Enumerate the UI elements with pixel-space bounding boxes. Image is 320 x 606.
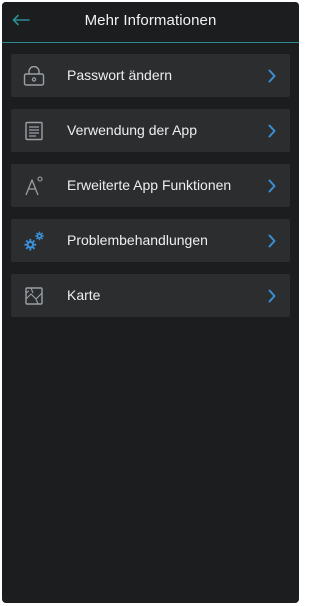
app-screen: Mehr Informationen Passwort ändern Verwe… xyxy=(2,2,299,603)
menu-item-app-usage[interactable]: Verwendung der App xyxy=(11,109,290,152)
menu-item-advanced-functions[interactable]: Erweiterte App Funktionen xyxy=(11,164,290,207)
menu-item-change-password[interactable]: Passwort ändern xyxy=(11,54,290,97)
menu-item-label: Verwendung der App xyxy=(67,122,197,138)
menu-item-label: Passwort ändern xyxy=(67,67,173,83)
page-title: Mehr Informationen xyxy=(84,12,217,29)
menu-list: Passwort ändern Verwendung der App Erwei… xyxy=(11,54,290,329)
menu-item-label: Karte xyxy=(67,287,101,303)
chevron-right-icon xyxy=(266,287,278,305)
map-icon xyxy=(23,285,45,307)
sparkle-a-icon xyxy=(23,175,45,197)
menu-item-label: Problembehandlungen xyxy=(67,232,208,248)
document-icon xyxy=(23,120,45,142)
gears-icon xyxy=(23,230,45,252)
menu-item-troubleshooting[interactable]: Problembehandlungen xyxy=(11,219,290,262)
chevron-right-icon xyxy=(266,122,278,140)
menu-item-label: Erweiterte App Funktionen xyxy=(67,177,232,193)
chevron-right-icon xyxy=(266,67,278,85)
chevron-right-icon xyxy=(266,177,278,195)
header-bar: Mehr Informationen xyxy=(2,2,299,43)
chevron-right-icon xyxy=(266,232,278,250)
menu-item-map[interactable]: Karte xyxy=(11,274,290,317)
lock-icon xyxy=(23,65,45,87)
